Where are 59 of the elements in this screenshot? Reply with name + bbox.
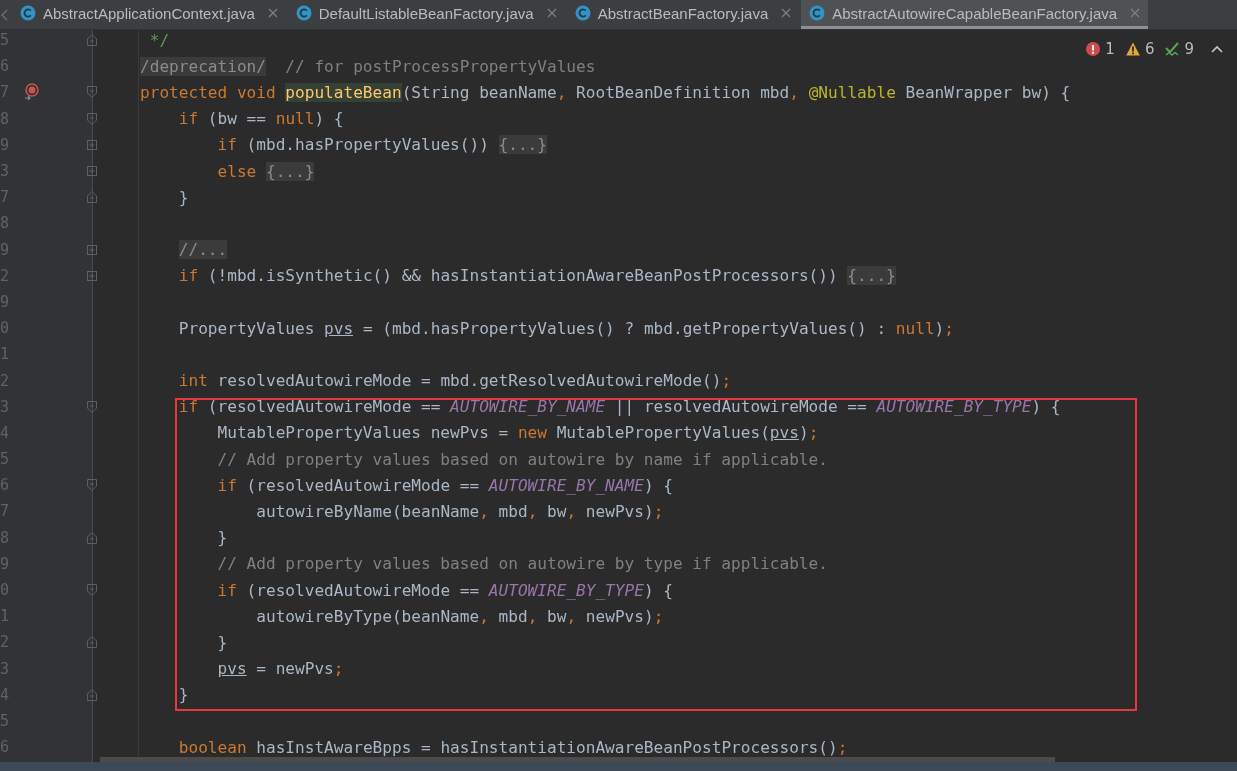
fold-end-icon[interactable] (86, 33, 98, 48)
expand-icon[interactable] (86, 165, 98, 178)
class-icon (809, 5, 826, 21)
code-line: */ (140, 30, 170, 50)
close-icon[interactable] (1130, 8, 1141, 18)
code-line: if (!mbd.isSynthetic() && hasInstantiationAwareBeanPostProcessors()) {...} (140, 266, 896, 286)
error-icon[interactable] (1086, 42, 1101, 56)
code-line: } (140, 685, 189, 705)
previous-highlight-icon[interactable] (1211, 45, 1223, 53)
fold-end-icon[interactable] (86, 530, 98, 545)
code-line: } (140, 528, 228, 548)
code-line: } (140, 187, 189, 207)
editor-tab[interactable]: AbstractBeanFactory.java (566, 0, 800, 29)
fold-icon[interactable] (86, 85, 98, 100)
fold-icon[interactable] (86, 399, 98, 414)
fold-end-icon[interactable] (86, 635, 98, 650)
scrollbar-thumb[interactable] (100, 757, 1055, 762)
fold-icon[interactable] (86, 111, 98, 126)
code-line: /deprecation/ // for postProcessPropertyValues (140, 56, 596, 76)
expand-icon[interactable] (86, 138, 98, 151)
code-line: autowireByType(beanName, mbd, bw, newPvs); (140, 606, 664, 626)
code-line: if (mbd.hasPropertyValues()) {...} (140, 135, 547, 155)
editor-tab[interactable]: AbstractAutowireCapableBeanFactory.java (801, 0, 1149, 29)
scroll-left-icon[interactable] (0, 8, 8, 21)
fold-icon[interactable] (86, 583, 98, 598)
close-icon[interactable] (781, 8, 792, 18)
code-line: if (resolvedAutowireMode == AUTOWIRE_BY_TYPE) { (140, 580, 673, 600)
code-line: MutablePropertyValues newPvs = new MutablePropertyValues(pvs); (140, 423, 819, 443)
code-line: if (resolvedAutowireMode == AUTOWIRE_BY_NAME) { (140, 475, 673, 495)
double-check-icon[interactable] (1165, 42, 1180, 56)
code-line: else {...} (140, 161, 315, 181)
class-icon (574, 5, 591, 21)
class-icon (295, 5, 312, 21)
weak-warning-count[interactable]: 9 (1184, 40, 1194, 58)
code-line: boolean hasInstAwareBpps = hasInstantiationAwareBeanPostProcessors(); (140, 737, 848, 757)
code-line: } (140, 632, 228, 652)
fold-end-icon[interactable] (86, 190, 98, 205)
code-line: pvs = newPvs; (140, 659, 344, 679)
warning-icon[interactable] (1125, 42, 1140, 56)
override-marker-icon[interactable] (24, 83, 40, 102)
code-line: if (resolvedAutowireMode == AUTOWIRE_BY_NAME || resolvedAutowireMode == AUTOWIRE_BY_TYPE) { (140, 397, 1061, 417)
editor-tab[interactable]: DefaultListableBeanFactory.java (287, 0, 565, 29)
fold-icon[interactable] (86, 478, 98, 493)
code-line: int resolvedAutowireMode = mbd.getResolvedAutowireMode(); (140, 371, 732, 391)
error-count[interactable]: 1 (1105, 40, 1115, 58)
fold-end-icon[interactable] (86, 687, 98, 702)
code-line: autowireByName(beanName, mbd, bw, newPvs); (140, 501, 664, 521)
code-line: // Add property values based on autowire by name if applicable. (140, 449, 828, 469)
code-line: if (bw == null) { (140, 109, 344, 129)
warning-count[interactable]: 6 (1144, 40, 1155, 58)
editor-tab[interactable]: AbstractApplicationContext.java (12, 0, 286, 29)
expand-icon[interactable] (86, 243, 98, 256)
class-icon (20, 5, 36, 21)
close-icon[interactable] (546, 8, 557, 18)
code-line: // Add property values based on autowire by type if applicable. (140, 554, 828, 574)
code-line: PropertyValues pvs = (mbd.hasPropertyValues() ? mbd.getPropertyValues() : null); (140, 318, 954, 338)
expand-icon[interactable] (86, 269, 98, 282)
close-icon[interactable] (267, 8, 278, 18)
code-line: protected void populateBean(String beanName, RootBeanDefinition mbd, @Nullable BeanWrapper bw) { (140, 82, 1071, 102)
